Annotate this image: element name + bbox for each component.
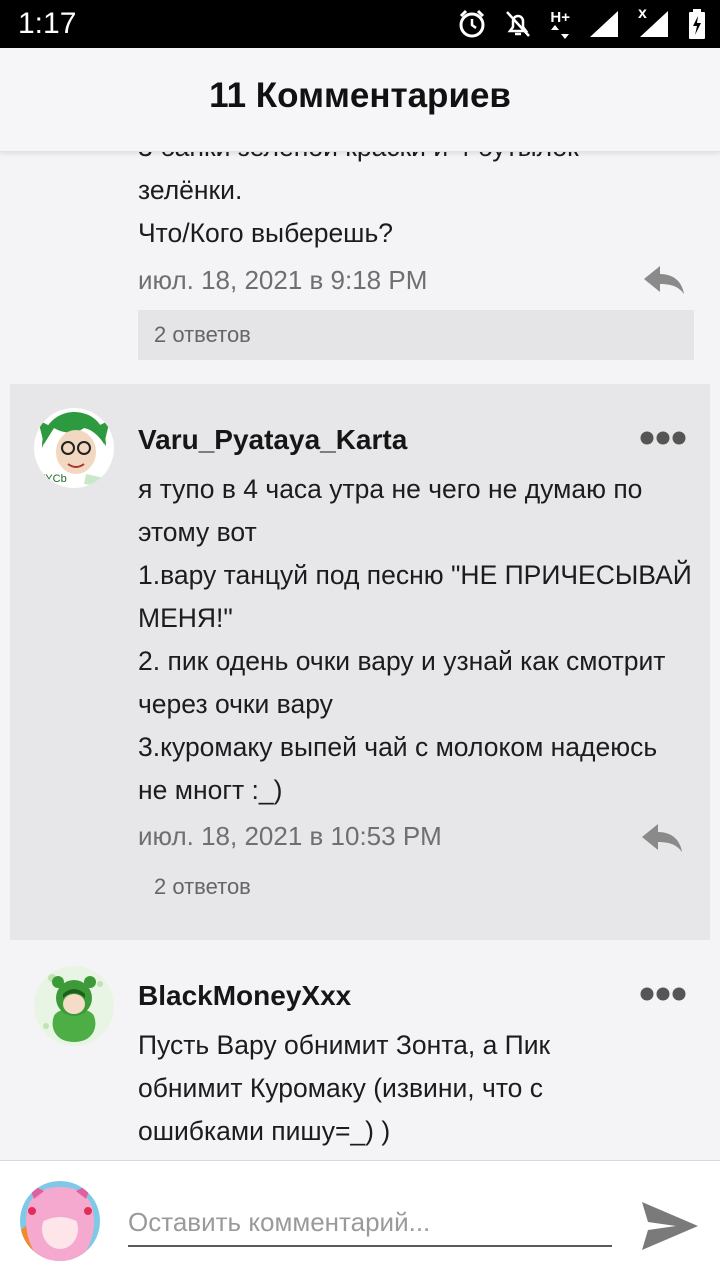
comment-item: 3 банки зелёной краски и 4 бутылок зелён… (0, 152, 720, 382)
comment-date: июл. 18, 2021 в 9:18 PM (138, 265, 428, 295)
app-header: 11 Комментариев (0, 48, 720, 152)
roaming-signal: x (638, 5, 670, 39)
signal-icon (590, 11, 618, 37)
data-arrows-icon (551, 24, 570, 39)
signal-icon-2 (640, 11, 668, 37)
avatar[interactable] (34, 966, 114, 1046)
more-dots-icon[interactable] (640, 986, 686, 1002)
comments-screen: 1:17 H+ x 11 Комментариев зелёнки. Что/К… (0, 0, 720, 1280)
comment-item-highlighted: VYCb Varu_Pyataya_Karta я тупо в 4 часа … (10, 384, 710, 940)
page-title: 11 Комментариев (209, 76, 511, 115)
send-button[interactable] (638, 1199, 702, 1255)
notifications-off-icon (506, 11, 531, 37)
network-indicator: H+ (550, 10, 570, 39)
avatar-caption: VYCb (38, 473, 67, 485)
comment-composer (0, 1160, 720, 1280)
alarm-icon (459, 9, 485, 38)
current-user-avatar[interactable] (20, 1181, 100, 1261)
more-dots-icon[interactable] (640, 430, 686, 446)
comment-list[interactable]: 3 банки зелёной краски и 4 бутылок зелён… (0, 152, 720, 1160)
comment-text: 3 банки зелёной краски и 4 бутылок зелён… (138, 152, 579, 248)
reply-arrow-icon[interactable] (642, 264, 686, 296)
comment-input[interactable] (128, 1199, 612, 1247)
send-icon (642, 1201, 698, 1250)
comment-username[interactable]: Varu_Pyataya_Karta (138, 420, 407, 460)
avatar-image (20, 1181, 100, 1261)
status-icons: H+ x (458, 5, 706, 42)
avatar-image (34, 966, 114, 1046)
network-label: H+ (550, 8, 570, 26)
reply-arrow-icon[interactable] (640, 822, 684, 854)
replies-button[interactable]: 2 ответов (138, 862, 694, 912)
comment-date: июл. 18, 2021 в 10:53 PM (138, 821, 442, 851)
replies-button[interactable]: 2 ответов (138, 310, 694, 360)
comment-username[interactable]: BlackMoneyXxx (138, 976, 351, 1016)
avatar-image: VYCb (34, 408, 114, 488)
comment-text: Пусть Вару обнимит Зонта, а Пик обнимит … (138, 1030, 551, 1146)
comment-item: BlackMoneyXxx Пусть Вару обнимит Зонта, … (0, 940, 720, 1160)
avatar[interactable]: VYCb (34, 408, 114, 488)
status-bar: 1:17 H+ x (0, 0, 720, 48)
comment-text: я тупо в 4 часа утра не чего не думаю по… (138, 474, 692, 805)
status-time: 1:17 (18, 7, 77, 40)
battery-charging-icon (689, 9, 705, 39)
